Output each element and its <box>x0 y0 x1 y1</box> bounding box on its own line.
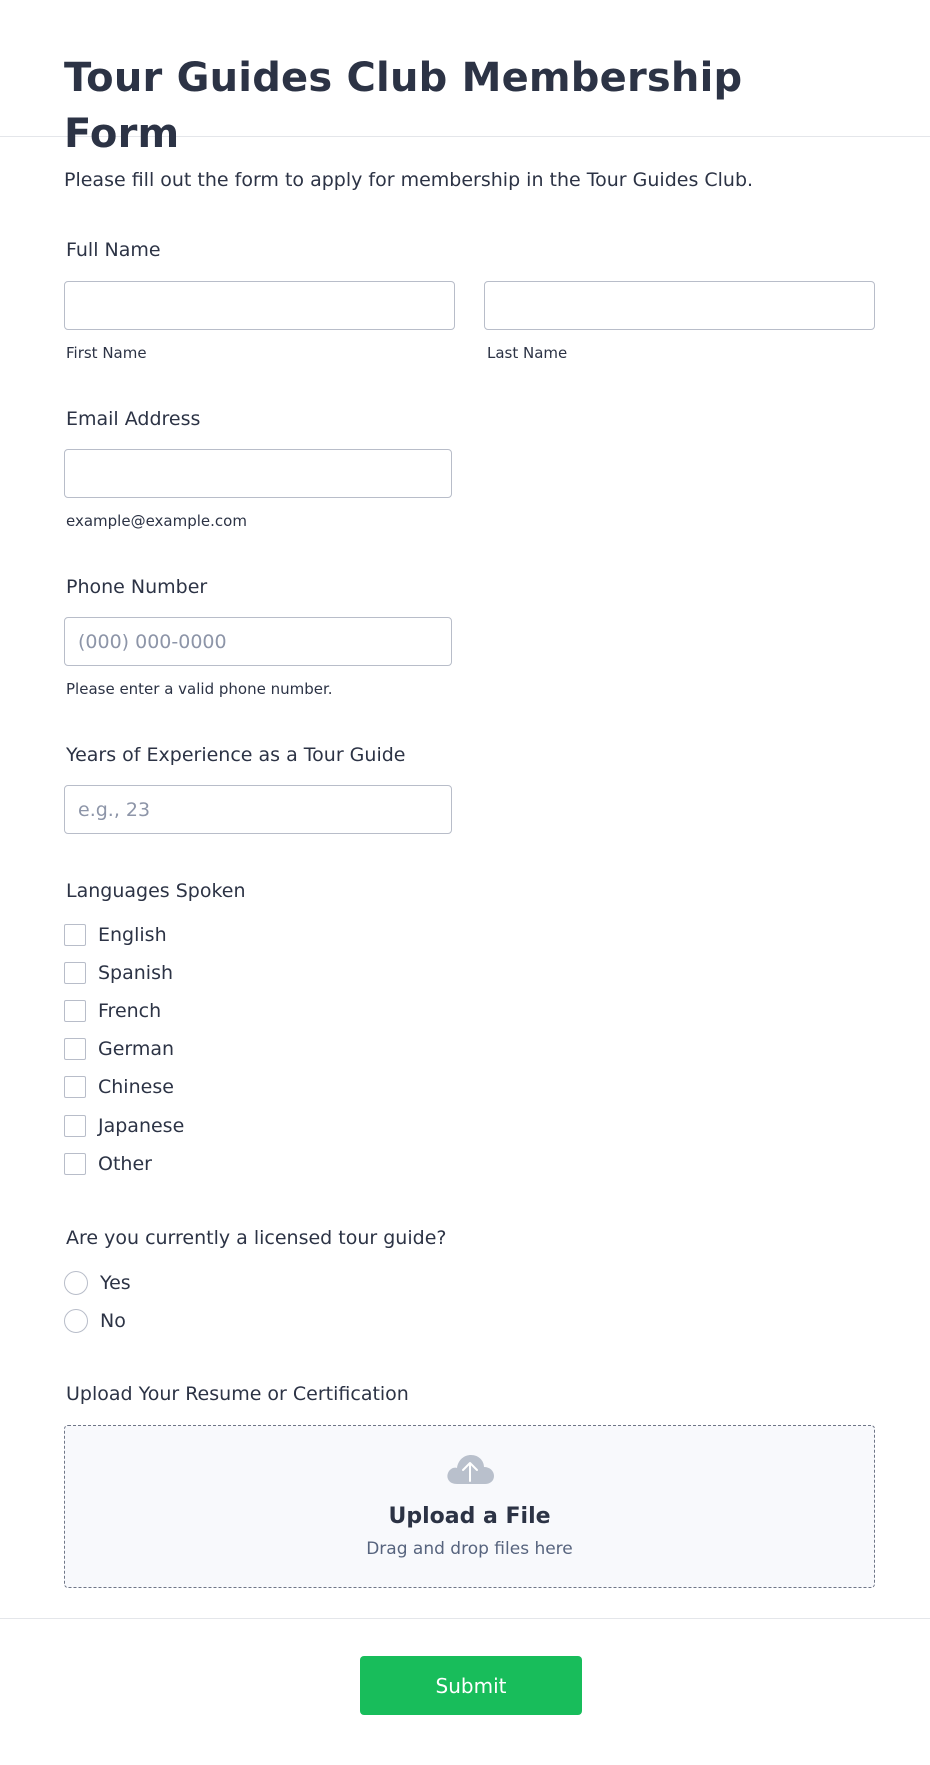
language-option-english[interactable]: English <box>64 922 167 948</box>
upload-title: Upload a File <box>388 1504 551 1529</box>
licensed-option-yes[interactable]: Yes <box>64 1270 131 1296</box>
radio-button[interactable] <box>64 1309 88 1333</box>
phone-sublabel: Please enter a valid phone number. <box>66 680 333 698</box>
file-upload-dropzone[interactable]: Upload a File Drag and drop files here <box>64 1425 875 1588</box>
last-name-input[interactable] <box>485 282 874 329</box>
experience-input[interactable] <box>65 786 451 833</box>
phone-field[interactable] <box>64 617 452 666</box>
checkbox[interactable] <box>64 1076 86 1098</box>
language-option-label: Chinese <box>98 1076 174 1098</box>
language-option-label: Japanese <box>98 1115 185 1137</box>
language-option-german[interactable]: German <box>64 1036 174 1062</box>
last-name-sublabel: Last Name <box>487 344 568 362</box>
radio-button[interactable] <box>64 1271 88 1295</box>
licensed-option-no[interactable]: No <box>64 1308 126 1334</box>
language-option-chinese[interactable]: Chinese <box>64 1074 174 1100</box>
checkbox[interactable] <box>64 962 86 984</box>
email-label: Email Address <box>66 408 201 430</box>
full-name-label: Full Name <box>66 239 161 261</box>
upload-label: Upload Your Resume or Certification <box>66 1383 409 1405</box>
experience-label: Years of Experience as a Tour Guide <box>66 744 406 766</box>
licensed-label: Are you currently a licensed tour guide? <box>66 1227 447 1249</box>
phone-label: Phone Number <box>66 576 208 598</box>
licensed-option-label: No <box>100 1310 126 1332</box>
checkbox[interactable] <box>64 1000 86 1022</box>
first-name-sublabel: First Name <box>66 344 147 362</box>
language-option-other[interactable]: Other <box>64 1151 152 1177</box>
form-title: Tour Guides Club Membership Form <box>64 55 743 157</box>
language-option-label: Other <box>98 1153 152 1175</box>
licensed-option-label: Yes <box>100 1272 131 1294</box>
footer-divider <box>0 1618 930 1619</box>
language-option-japanese[interactable]: Japanese <box>64 1113 184 1139</box>
first-name-input[interactable] <box>65 282 454 329</box>
submit-button[interactable]: Submit <box>360 1656 582 1715</box>
checkbox[interactable] <box>64 1115 86 1137</box>
phone-input[interactable] <box>65 618 451 665</box>
email-input[interactable] <box>65 450 451 497</box>
checkbox[interactable] <box>64 1153 86 1175</box>
cloud-upload-icon <box>447 1455 494 1484</box>
languages-label: Languages Spoken <box>66 880 246 902</box>
email-field[interactable] <box>64 449 452 498</box>
email-sublabel: example@example.com <box>66 512 247 530</box>
checkbox[interactable] <box>64 1038 86 1060</box>
experience-field[interactable] <box>64 785 452 834</box>
first-name-field[interactable] <box>64 281 455 330</box>
form-header: Tour Guides Club Membership Form Please … <box>0 0 930 191</box>
upload-subtitle: Drag and drop files here <box>366 1539 573 1559</box>
language-option-label: English <box>98 924 167 946</box>
language-option-label: German <box>98 1038 175 1060</box>
last-name-field[interactable] <box>484 281 875 330</box>
language-option-french[interactable]: French <box>64 998 161 1024</box>
language-option-spanish[interactable]: Spanish <box>64 960 173 986</box>
language-option-label: Spanish <box>98 962 174 984</box>
form-subtitle: Please fill out the form to apply for me… <box>64 169 754 191</box>
checkbox[interactable] <box>64 924 86 946</box>
language-option-label: French <box>98 1000 162 1022</box>
